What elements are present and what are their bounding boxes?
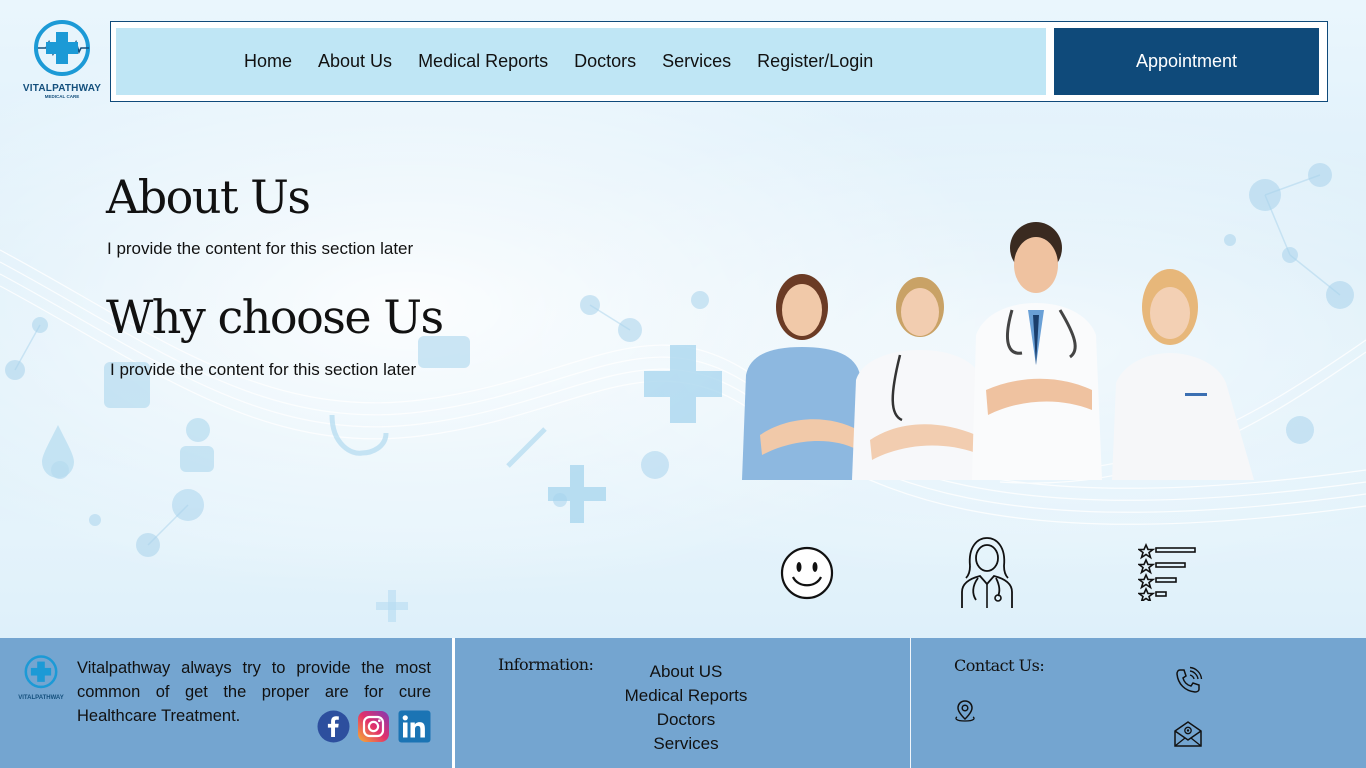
footer-link-medical-reports[interactable]: Medical Reports [600,684,772,708]
nav-item-doctors[interactable]: Doctors [574,51,636,72]
nav-item-about-us[interactable]: About Us [318,51,392,72]
brand-name: VITALPATHWAY [22,83,102,94]
footer-link-services[interactable]: Services [600,732,772,756]
nav-item-services[interactable]: Services [662,51,731,72]
brand-tagline: MEDICAL CARE [44,94,80,99]
contact-us-heading: Contact Us: [954,656,1045,675]
why-choose-us-text: I provide the content for this section l… [110,360,417,379]
nav-item-medical-reports[interactable]: Medical Reports [418,51,548,72]
why-choose-us-heading: Why choose Us [106,290,444,344]
email-icon[interactable] [1173,720,1203,748]
doctor-figure [1112,269,1254,480]
doctor-figure [852,277,988,480]
doctor-figure [972,222,1102,480]
footer-link-about-us[interactable]: About US [600,660,772,684]
footer-divider [910,638,911,768]
information-links: About US Medical Reports Doctors Service… [600,660,772,756]
information-heading: Information: [498,655,594,674]
doctor-figure [742,274,864,480]
instagram-icon[interactable] [357,710,390,743]
medical-cross-logo-icon [34,20,90,76]
location-pin-icon[interactable] [953,699,977,723]
doctor-icon [961,537,1013,608]
footer-divider [452,638,455,768]
rating-list-icon [1138,543,1196,601]
nav-item-register-login[interactable]: Register/Login [757,51,873,72]
nav-item-home[interactable]: Home [244,51,292,72]
footer-logo[interactable]: VITALPATHWAY [14,654,68,701]
footer-link-doctors[interactable]: Doctors [600,708,772,732]
brand-logo[interactable]: VITALPATHWAY MEDICAL CARE [20,20,104,100]
smiley-face-icon [780,546,834,600]
facebook-icon[interactable] [317,710,350,743]
phone-icon[interactable] [1173,666,1203,696]
top-navigation: Home About Us Medical Reports Doctors Se… [110,21,1328,102]
linkedin-icon[interactable] [398,710,431,743]
doctors-team-image [742,222,1254,480]
about-us-text: I provide the content for this section l… [107,239,414,258]
nav-links-bar: Home About Us Medical Reports Doctors Se… [116,28,1046,95]
appointment-button[interactable]: Appointment [1054,28,1319,95]
footer: VITALPATHWAY Vitalpathway always try to … [0,638,1366,768]
about-us-heading: About Us [106,170,311,224]
medical-cross-logo-icon [24,655,58,689]
footer-brand-name: VITALPATHWAY [18,695,64,701]
